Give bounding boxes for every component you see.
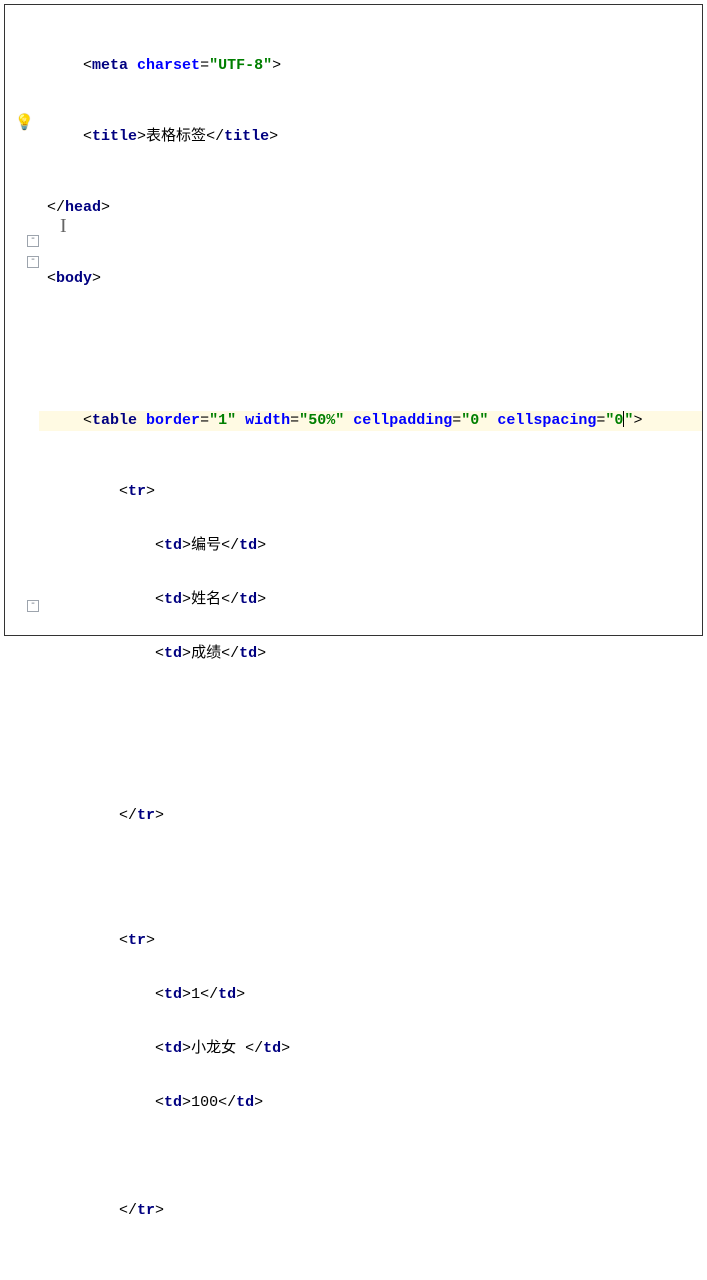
code-line[interactable]: [39, 860, 702, 880]
code-line[interactable]: <body>: [39, 269, 702, 289]
caret: [623, 411, 624, 427]
code-line[interactable]: <td>成绩</td>: [39, 644, 702, 664]
code-line-current[interactable]: <table border="1" width="50%" cellpaddin…: [39, 411, 702, 431]
code-line[interactable]: <tr>: [39, 931, 702, 951]
code-line[interactable]: <td>100</td>: [39, 1093, 702, 1113]
fold-toggle-icon[interactable]: -: [27, 256, 39, 268]
code-line[interactable]: <td>姓名</td>: [39, 590, 702, 610]
code-line[interactable]: <title>表格标签</title>: [39, 127, 702, 147]
fold-toggle-icon[interactable]: -: [27, 600, 39, 612]
code-line[interactable]: [39, 752, 702, 772]
code-line[interactable]: <td>编号</td>: [39, 536, 702, 556]
code-line[interactable]: <td>1</td>: [39, 985, 702, 1005]
editor-frame: 💡 - - - I <meta charset="UTF-8"> <title>…: [4, 4, 703, 636]
code-line[interactable]: </tr>: [39, 806, 702, 826]
code-line[interactable]: [39, 698, 702, 718]
code-line[interactable]: <td>小龙女 </td>: [39, 1039, 702, 1059]
fold-toggle-icon[interactable]: -: [27, 235, 39, 247]
code-line[interactable]: <meta charset="UTF-8">: [39, 56, 702, 76]
code-line[interactable]: <tr>: [39, 482, 702, 502]
code-line[interactable]: [39, 1255, 702, 1275]
code-line[interactable]: </tr>: [39, 1201, 702, 1221]
gutter: 💡 - - -: [5, 5, 39, 635]
code-editor[interactable]: <meta charset="UTF-8"> <title>表格标签</titl…: [39, 5, 702, 635]
code-line[interactable]: </head>: [39, 198, 702, 218]
code-line[interactable]: [39, 1147, 702, 1167]
code-line[interactable]: [39, 340, 702, 360]
lightbulb-icon[interactable]: 💡: [15, 113, 34, 132]
